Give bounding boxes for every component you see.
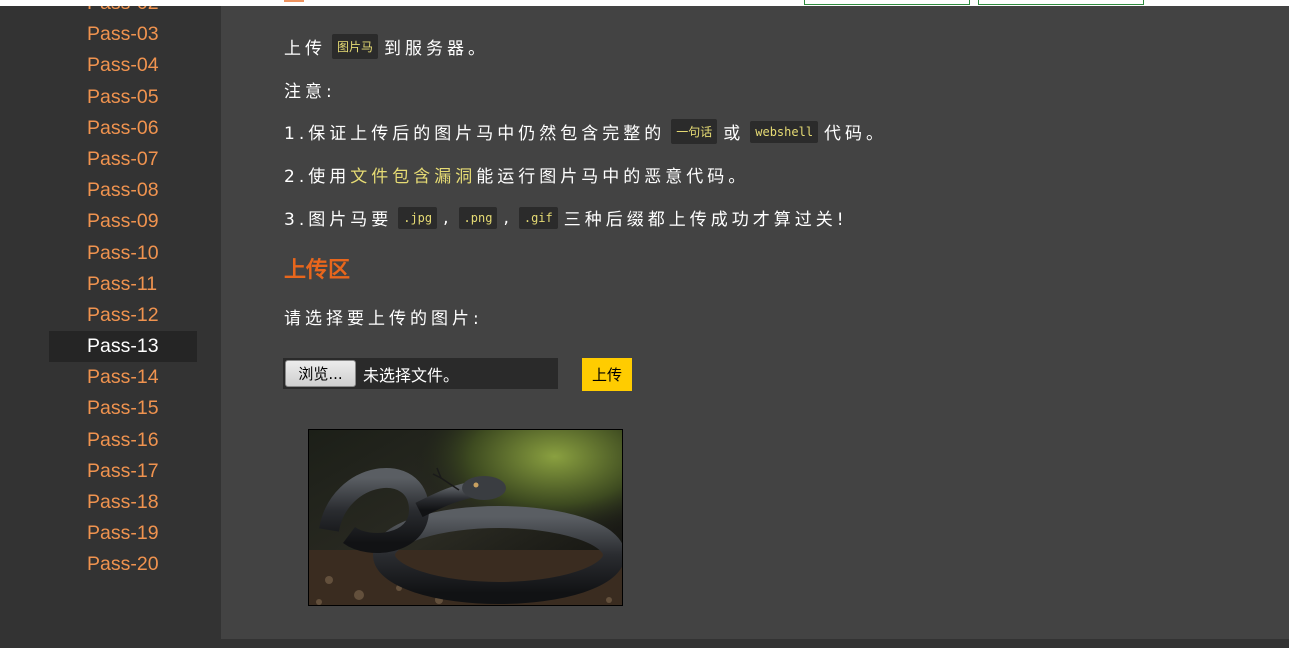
sidebar-item-pass-08[interactable]: Pass-08 [49, 175, 197, 206]
code-one-liner: 一句话 [671, 119, 718, 144]
task-line-1-pre: 上传 [284, 39, 326, 59]
uploaded-image-preview [308, 429, 623, 606]
sidebar-item-pass-10[interactable]: Pass-10 [49, 238, 197, 269]
task-line-2-pre: 1.保证上传后的图片马中仍然包含完整的 [284, 124, 666, 144]
sidebar-item-pass-02[interactable]: Pass-02 [49, 6, 197, 19]
top-input-box-2[interactable] [978, 0, 1144, 5]
upload-area-heading: 上传区 [284, 258, 351, 283]
sidebar-item-pass-03[interactable]: Pass-03 [49, 19, 197, 50]
code-webshell: webshell [750, 120, 819, 143]
bottom-strip [221, 639, 1289, 648]
sidebar: Pass-02 Pass-03 Pass-04 Pass-05 Pass-06 … [0, 6, 221, 648]
task-line-1: 上传 图片马 到服务器。 [284, 34, 489, 59]
sidebar-list: Pass-02 Pass-03 Pass-04 Pass-05 Pass-06 … [49, 6, 197, 581]
task-line-4-sep-2: , [503, 207, 513, 228]
task-line-2: 1.保证上传后的图片马中仍然包含完整的 一句话 或 webshell 代码。 [284, 119, 887, 144]
sidebar-item-pass-12[interactable]: Pass-12 [49, 300, 197, 331]
sidebar-item-pass-15[interactable]: Pass-15 [49, 393, 197, 424]
main-content: 上传 图片马 到服务器。 注意: 1.保证上传后的图片马中仍然包含完整的 一句话… [221, 0, 1289, 639]
task-line-3-pre: 2.使用 [284, 167, 351, 187]
file-input[interactable]: 浏览... 未选择文件。 [283, 358, 558, 389]
sidebar-item-pass-09[interactable]: Pass-09 [49, 206, 197, 237]
task-line-1-post: 到服务器。 [384, 39, 490, 59]
sidebar-item-pass-19[interactable]: Pass-19 [49, 518, 197, 549]
sidebar-item-pass-16[interactable]: Pass-16 [49, 425, 197, 456]
upload-prompt-text: 请选择要上传的图片: [284, 309, 483, 329]
sidebar-item-pass-11[interactable]: Pass-11 [49, 269, 197, 300]
sidebar-item-pass-06[interactable]: Pass-06 [49, 113, 197, 144]
sidebar-item-pass-17[interactable]: Pass-17 [49, 456, 197, 487]
sidebar-item-pass-20[interactable]: Pass-20 [49, 549, 197, 580]
code-gif: .gif [518, 206, 558, 229]
browse-button[interactable]: 浏览... [285, 360, 356, 387]
task-line-4: 3.图片马要 .jpg , .png , .gif 三种后缀都上传成功才算过关! [284, 205, 848, 230]
file-status: 未选择文件。 [363, 365, 460, 385]
top-input-box-1[interactable] [804, 0, 970, 5]
upload-prompt: 请选择要上传的图片: [284, 304, 483, 329]
task-line-2-post: 代码。 [824, 124, 888, 144]
file-include-link[interactable]: 文件包含漏洞 [350, 162, 476, 187]
sidebar-item-pass-18[interactable]: Pass-18 [49, 487, 197, 518]
code-jpg: .jpg [398, 206, 438, 229]
task-line-3: 2.使用 文件包含漏洞 能运行图片马中的恶意代码。 [284, 162, 749, 187]
sidebar-item-pass-05[interactable]: Pass-05 [49, 82, 197, 113]
sidebar-item-pass-13[interactable]: Pass-13 [49, 331, 197, 363]
task-line-4-post: 三种后缀都上传成功才算过关! [563, 210, 848, 230]
code-png: .png [458, 206, 498, 229]
task-line-4-sep-1: , [443, 207, 453, 228]
task-note-label: 注意: [284, 82, 336, 102]
upload-button[interactable]: 上传 [582, 358, 632, 391]
sidebar-item-pass-14[interactable]: Pass-14 [49, 362, 197, 393]
sidebar-item-pass-04[interactable]: Pass-04 [49, 50, 197, 81]
sidebar-item-pass-07[interactable]: Pass-07 [49, 144, 197, 175]
task-note: 注意: [284, 77, 336, 102]
snake-image [309, 430, 622, 605]
task-heading-cut [284, 0, 329, 2]
task-line-4-pre: 3.图片马要 [284, 210, 393, 230]
task-line-2-mid: 或 [723, 124, 745, 144]
code-image-trojan: 图片马 [332, 34, 379, 59]
task-line-3-post: 能运行图片马中的恶意代码。 [476, 167, 750, 187]
